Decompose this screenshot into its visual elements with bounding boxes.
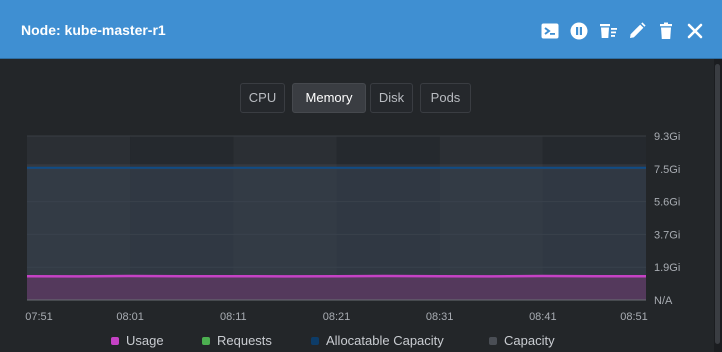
drawer-title: Node: kube-master-r1 (21, 22, 166, 38)
y-tick-label: N/A (654, 295, 673, 307)
y-tick-label: 5.6Gi (654, 197, 680, 209)
close-icon[interactable] (685, 21, 705, 41)
x-tick-label: 08:31 (426, 311, 454, 323)
delete-icon[interactable] (656, 21, 676, 41)
x-tick-label: 08:11 (220, 311, 247, 323)
pause-icon[interactable] (569, 21, 589, 41)
y-tick-label: 9.3Gi (654, 131, 680, 143)
tab-cpu[interactable]: CPU (240, 83, 285, 113)
legend-swatch-requests (202, 337, 210, 345)
legend-swatch-capacity (489, 337, 497, 345)
memory-chart: 9.3Gi 7.5Gi 5.6Gi 3.7Gi 1.9Gi N/A 07:51 08:01 08… (25, 131, 680, 323)
edit-icon[interactable] (627, 21, 647, 41)
legend-swatch-usage (111, 337, 119, 345)
x-tick-label: 08:51 (620, 311, 648, 323)
chart-legend: Usage Requests Allocatable Capacity Capa… (0, 333, 714, 349)
y-tick-label: 7.5Gi (654, 164, 680, 176)
x-tick-label: 07:51 (25, 311, 53, 323)
node-details-header: Node: kube-master-r1 (0, 0, 722, 59)
terminal-icon[interactable] (540, 21, 560, 41)
x-tick-label: 08:21 (323, 311, 351, 323)
legend-swatch-allocatable-capacity (311, 337, 319, 345)
y-tick-label: 1.9Gi (654, 262, 680, 274)
x-tick-label: 08:01 (116, 311, 144, 323)
x-tick-label: 08:41 (529, 311, 557, 323)
usage-area (27, 276, 646, 300)
tab-memory[interactable]: Memory (292, 83, 366, 113)
y-tick-label: 3.7Gi (654, 229, 680, 241)
tab-disk[interactable]: Disk (370, 83, 413, 113)
scrollbar-thumb[interactable] (715, 64, 720, 344)
drain-icon[interactable] (598, 21, 618, 41)
tab-pods[interactable]: Pods (420, 83, 471, 113)
